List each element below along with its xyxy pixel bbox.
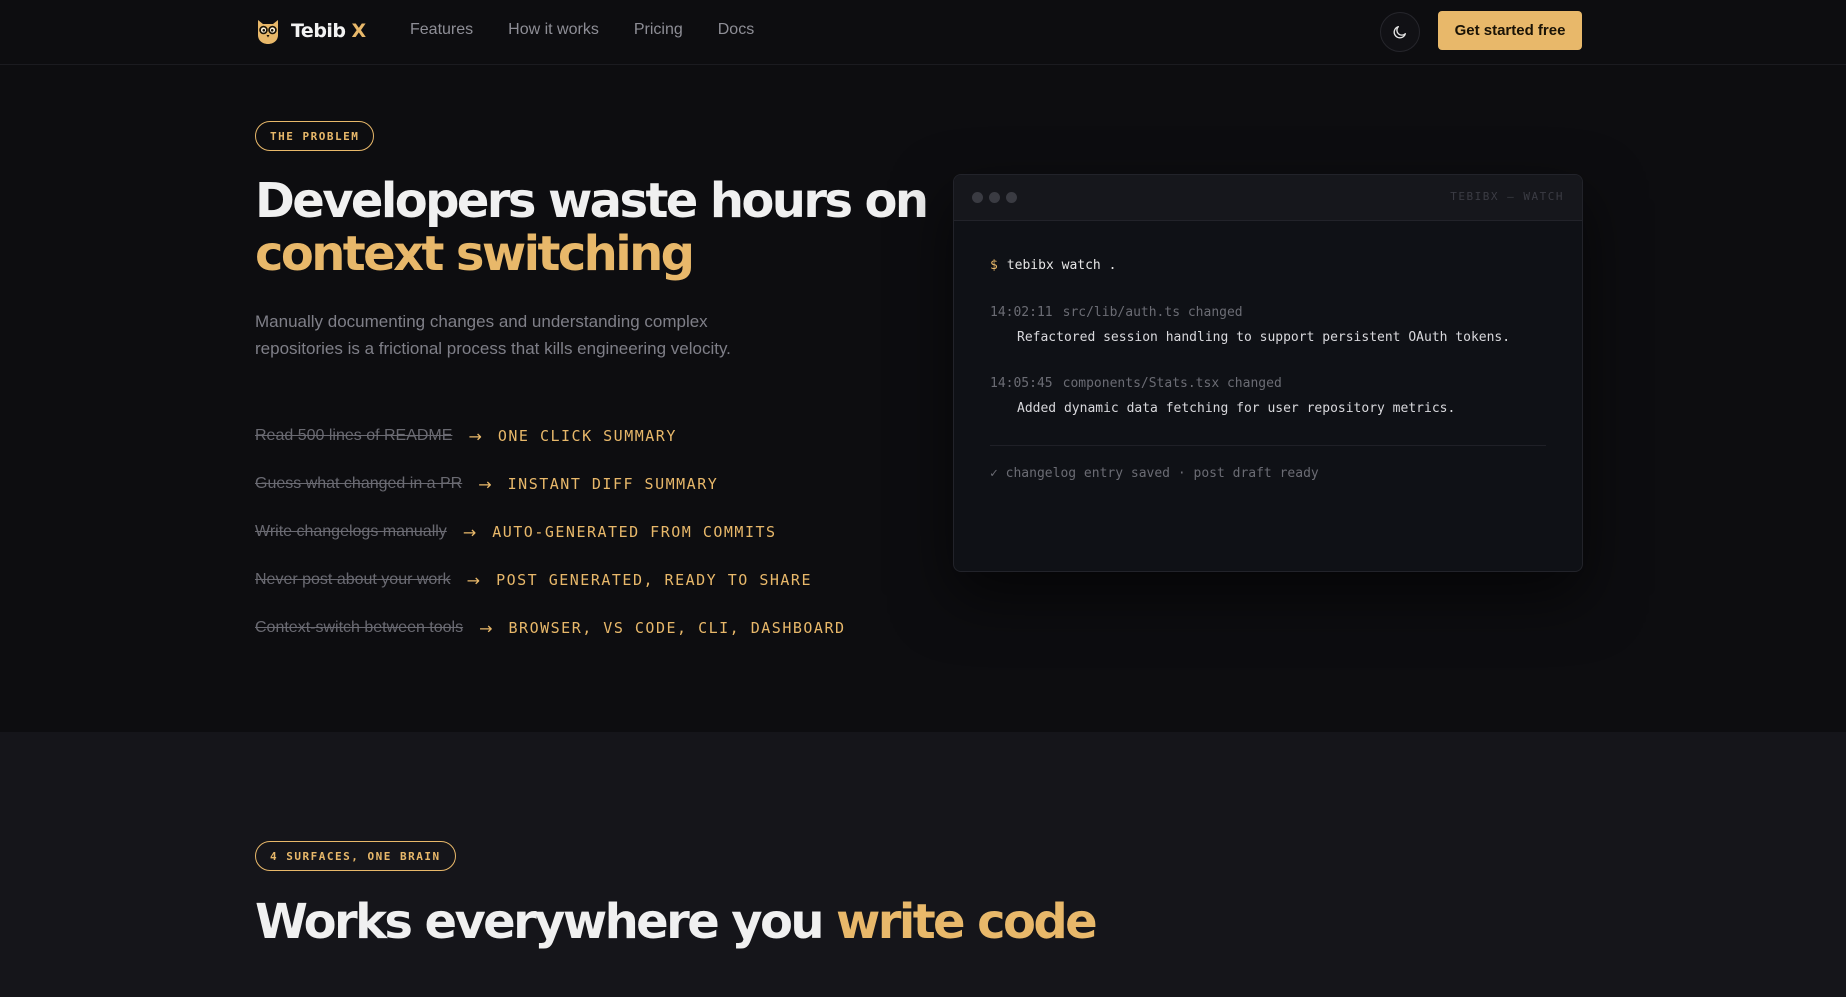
nav-link-features[interactable]: Features bbox=[410, 20, 473, 40]
old-way-text: Never post about your work bbox=[255, 571, 451, 588]
terminal-title: TEBIBX — WATCH bbox=[1450, 190, 1564, 203]
headline-plain: Developers waste hours on bbox=[255, 173, 929, 229]
log-entry: 14:05:45 components/Stats.tsx changed Add… bbox=[990, 374, 1546, 419]
log-header: 14:05:45 components/Stats.tsx changed bbox=[990, 374, 1546, 394]
arrow-right-icon: → bbox=[478, 474, 492, 494]
arrow-right-icon: → bbox=[466, 570, 481, 590]
section-badge: THE PROBLEM bbox=[255, 121, 375, 151]
headline-accent: context switching bbox=[255, 226, 695, 282]
log-entry: 14:02:11 src/lib/auth.ts changed Refactor… bbox=[990, 303, 1546, 348]
headline-accent: write code bbox=[836, 894, 1098, 950]
old-way-text: Guess what changed in a PR bbox=[255, 475, 463, 492]
comparison-row: Guess what changed in a PR → INSTANT DIF… bbox=[255, 460, 846, 508]
comparison-row: Context-switch between tools → BROWSER, … bbox=[255, 604, 846, 652]
terminal-title-bar: TEBIBX — WATCH bbox=[954, 175, 1582, 221]
command-text: tebibx watch . bbox=[1006, 258, 1117, 273]
new-way-text: AUTO-GENERATED FROM COMMITS bbox=[492, 523, 777, 541]
log-message: Refactored session handling to support p… bbox=[1017, 330, 1511, 345]
comparison-row: Never post about your work → POST GENERA… bbox=[255, 556, 846, 604]
nav-link-pricing[interactable]: Pricing bbox=[634, 20, 683, 40]
terminal-status: ✓ changelog entry saved · post draft rea… bbox=[990, 466, 1319, 481]
command-line: $ tebibx watch . bbox=[990, 256, 1546, 276]
problem-description: Manually documenting changes and underst… bbox=[255, 312, 731, 358]
nav-link-how-it-works[interactable]: How it works bbox=[508, 20, 599, 40]
get-started-button[interactable]: Get started free bbox=[1438, 11, 1582, 50]
terminal-divider bbox=[990, 445, 1546, 446]
new-way-text: ONE CLICK SUMMARY bbox=[497, 427, 677, 445]
top-navigation: Tebib X Features How it works Pricing Doc… bbox=[0, 0, 1846, 65]
moon-icon bbox=[1393, 26, 1406, 39]
log-timestamp: 14:05:45 bbox=[990, 376, 1053, 391]
headline-plain: Works everywhere you bbox=[255, 894, 825, 950]
old-way-text: Read 500 lines of README bbox=[255, 427, 453, 444]
log-file-event: components/Stats.tsx changed bbox=[1062, 376, 1282, 391]
comparison-row: Write changelogs manually → AUTO-GENERAT… bbox=[255, 508, 846, 556]
window-dot-icon bbox=[989, 192, 1000, 203]
brand-name: Tebib X bbox=[291, 20, 366, 42]
arrow-right-icon: → bbox=[468, 426, 482, 446]
surfaces-section: 4 SURFACES, ONE BRAIN Works everywhere y… bbox=[0, 732, 1846, 997]
main-nav: Features How it works Pricing Docs bbox=[410, 20, 754, 40]
old-way-text: Context-switch between tools bbox=[255, 619, 464, 636]
problem-headline: Developers waste hours on context switch… bbox=[255, 175, 935, 281]
arrow-right-icon: → bbox=[462, 522, 477, 542]
comparison-row: Read 500 lines of README → ONE CLICK SUM… bbox=[255, 412, 846, 460]
comparison-list: Read 500 lines of README → ONE CLICK SUM… bbox=[255, 412, 846, 652]
arrow-right-icon: → bbox=[479, 618, 493, 638]
old-way-text: Write changelogs manually bbox=[255, 523, 447, 540]
window-controls bbox=[972, 192, 1017, 203]
owl-logo-icon bbox=[258, 20, 278, 44]
new-way-text: INSTANT DIFF SUMMARY bbox=[507, 475, 719, 493]
prompt-symbol: $ bbox=[990, 258, 998, 273]
terminal-output: $ tebibx watch . 14:02:11 src/lib/auth.ts … bbox=[954, 221, 1582, 484]
terminal-window: TEBIBX — WATCH $ tebibx watch . 14:02:11 s… bbox=[953, 174, 1583, 572]
window-dot-icon bbox=[972, 192, 983, 203]
surfaces-headline: Works everywhere you write code bbox=[255, 892, 1098, 952]
log-message: Added dynamic data fetching for user rep… bbox=[1017, 401, 1456, 416]
brand-name-text: Tebib bbox=[291, 20, 346, 42]
brand-suffix: X bbox=[351, 20, 367, 42]
theme-toggle-button[interactable] bbox=[1380, 12, 1420, 52]
nav-link-docs[interactable]: Docs bbox=[718, 20, 754, 40]
log-timestamp: 14:02:11 bbox=[990, 305, 1053, 320]
problem-section: THE PROBLEM Developers waste hours on co… bbox=[0, 65, 1846, 732]
new-way-text: POST GENERATED, READY TO SHARE bbox=[496, 571, 812, 589]
brand-home-link[interactable]: Tebib X bbox=[255, 14, 366, 48]
window-dot-icon bbox=[1006, 192, 1017, 203]
new-way-text: BROWSER, VS CODE, CLI, DASHBOARD bbox=[508, 619, 846, 637]
log-file-event: src/lib/auth.ts changed bbox=[1062, 305, 1243, 320]
log-header: 14:02:11 src/lib/auth.ts changed bbox=[990, 303, 1546, 323]
section-badge: 4 SURFACES, ONE BRAIN bbox=[255, 841, 456, 871]
